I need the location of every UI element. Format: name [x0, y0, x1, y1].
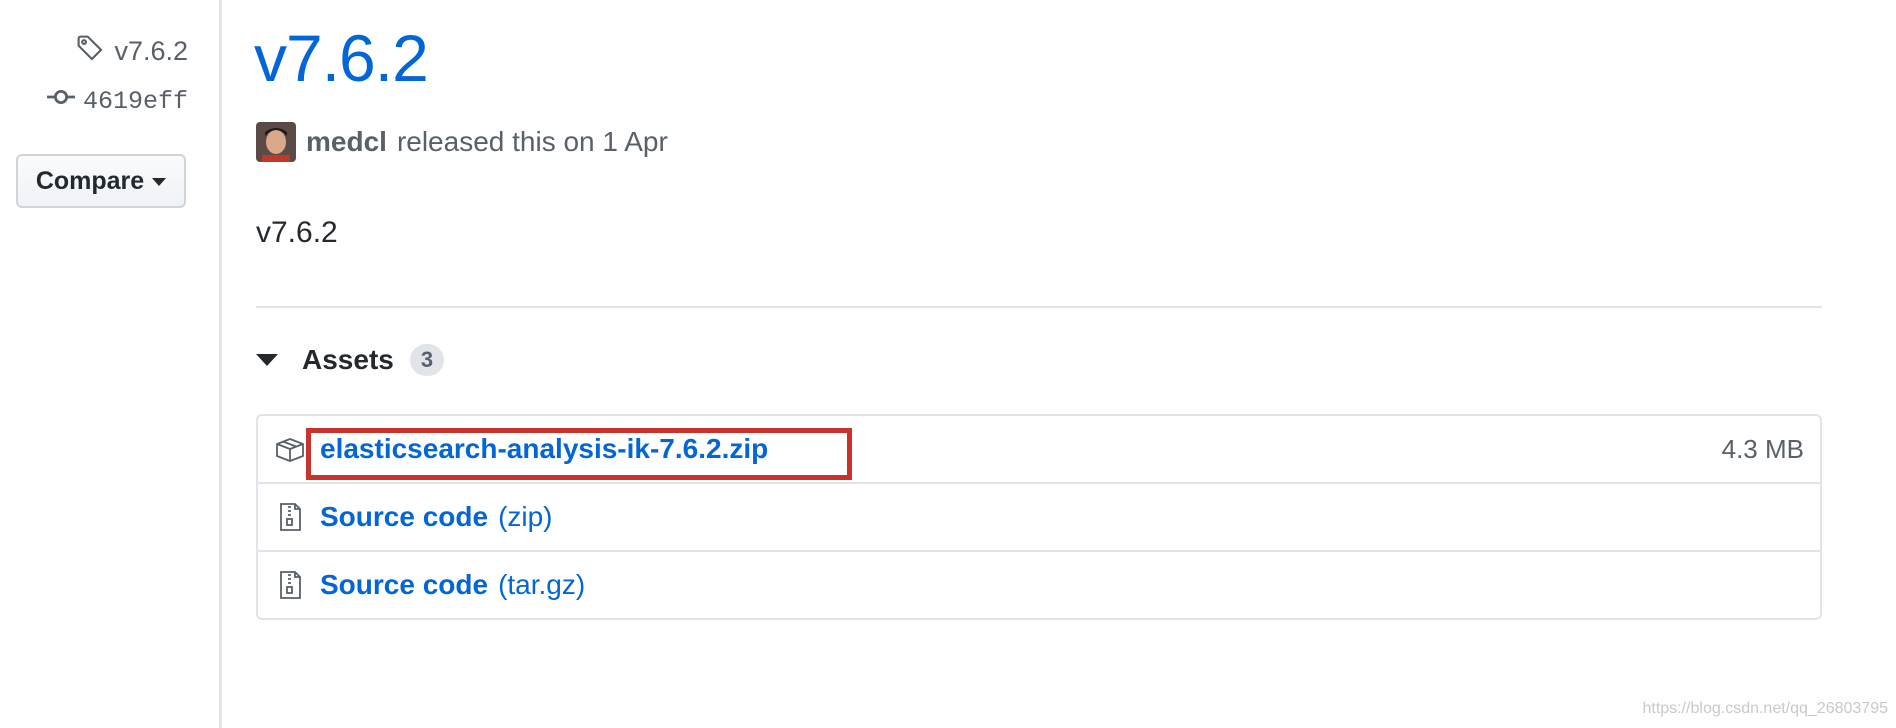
file-zip-icon — [274, 501, 306, 533]
asset-format[interactable]: (tar.gz) — [498, 569, 585, 601]
package-icon — [274, 433, 306, 465]
sidebar-divider — [219, 0, 222, 728]
asset-format[interactable]: (zip) — [498, 501, 552, 533]
watermark: https://blog.csdn.net/qq_26803795 — [1642, 700, 1888, 717]
caret-down-icon — [152, 178, 167, 186]
assets-label: Assets — [302, 344, 394, 375]
release-notes: v7.6.2 — [256, 216, 338, 249]
commit-link[interactable]: 4619eff — [46, 86, 188, 116]
compare-button[interactable]: Compare — [16, 154, 186, 208]
compare-label: Compare — [35, 166, 145, 195]
avatar[interactable] — [256, 122, 296, 162]
assets-count-badge: 3 — [409, 344, 445, 376]
asset-row-source-zip[interactable]: Source code (zip) — [258, 482, 1820, 550]
assets-toggle[interactable]: Assets 3 — [256, 344, 445, 376]
release-meta: medcl released this on 1 Apr — [256, 122, 668, 162]
asset-size: 4.3 MB — [1721, 433, 1804, 464]
file-zip-icon — [274, 569, 306, 601]
git-commit-icon — [46, 86, 75, 116]
asset-name[interactable]: Source code — [320, 501, 488, 533]
release-sidebar: v7.6.2 4619eff Compare — [0, 0, 222, 728]
release-title[interactable]: v7.6.2 — [254, 22, 429, 95]
annotation-highlight-box — [306, 428, 852, 480]
asset-row-source-targz[interactable]: Source code (tar.gz) — [258, 550, 1820, 618]
release-date-text: released this on 1 Apr — [396, 126, 668, 157]
tag-link[interactable]: v7.6.2 — [76, 34, 188, 69]
triangle-down-icon — [256, 354, 278, 366]
tag-label: v7.6.2 — [114, 36, 188, 66]
divider — [256, 306, 1822, 308]
author-link[interactable]: medcl — [306, 126, 387, 158]
asset-name[interactable]: Source code — [320, 569, 488, 601]
tag-icon — [76, 34, 104, 69]
commit-sha: 4619eff — [82, 86, 188, 116]
